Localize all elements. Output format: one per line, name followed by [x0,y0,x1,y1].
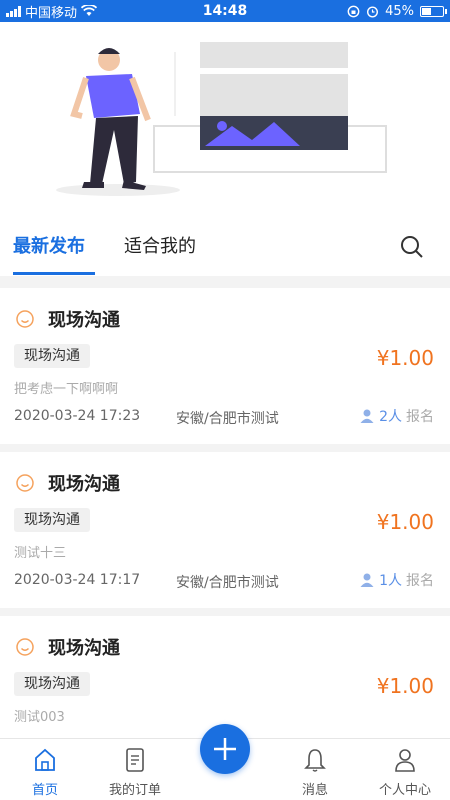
nav-orders-label: 我的订单 [108,783,161,798]
order-title: 现场沟通 [48,310,120,331]
user-icon [395,749,415,772]
alarm-icon [367,5,379,18]
signup-info: 1人 报名 [359,570,434,590]
order-location: 安徽/合肥市测试 [176,411,279,427]
search-icon[interactable] [399,234,425,260]
order-description: 测试十三 [14,546,67,561]
order-title: 现场沟通 [48,638,120,659]
nav-messages[interactable]: 消息 [270,739,360,800]
order-card[interactable]: 现场沟通 现场沟通 ¥1.00 测试十三 2020-03-24 17:17 安徽… [0,452,450,608]
nav-home-label: 首页 [31,783,58,798]
smiley-icon [16,638,34,656]
add-button[interactable] [200,724,250,774]
tab-suitable[interactable]: 适合我的 [124,232,196,258]
status-right: 45% [274,3,447,19]
order-tag: 现场沟通 [14,672,90,696]
smiley-icon [16,474,34,492]
nav-orders[interactable]: 我的订单 [90,739,180,800]
order-card[interactable]: 现场沟通 现场沟通 ¥1.00 把考虑一下啊啊啊 2020-03-24 17:2… [0,288,450,444]
active-tab-indicator [13,272,95,275]
signup-count: 2人 [379,409,402,425]
order-date: 2020-03-24 17:23 [14,408,141,424]
banner-illustration [56,42,387,196]
nav-home[interactable]: 首页 [0,739,90,800]
clock: 14:48 [202,3,248,19]
signal-icon [6,5,21,17]
order-date: 2020-03-24 17:17 [14,572,141,588]
home-icon [35,748,55,771]
order-price: ¥1.00 [376,346,434,370]
person-icon [360,409,374,423]
order-title: 现场沟通 [48,474,120,495]
battery-percent: 45% [385,3,414,19]
banner [0,22,450,210]
status-bar: 中国移动 14:48 45% [0,0,450,22]
signup-label: 报名 [406,409,434,425]
signup-count: 1人 [379,573,402,589]
battery-fill [422,7,431,15]
wifi-icon [81,5,98,16]
plus-icon [214,738,236,760]
rotation-lock-icon [347,5,360,17]
order-price: ¥1.00 [376,674,434,698]
smiley-icon [16,310,34,328]
nav-profile[interactable]: 个人中心 [360,739,450,800]
tab-bar: 最新发布 适合我的 [0,210,450,276]
carrier-name: 中国移动 [25,5,78,21]
person-icon [360,573,374,587]
order-tag: 现场沟通 [14,508,90,532]
status-left: 中国移动 [6,2,176,21]
nav-messages-label: 消息 [301,783,328,798]
order-list-icon [126,748,144,772]
tab-latest[interactable]: 最新发布 [13,232,85,258]
battery-icon [420,5,447,17]
signup-label: 报名 [406,573,434,589]
order-location: 安徽/合肥市测试 [176,575,279,591]
order-description: 测试003 [14,710,65,725]
order-description: 把考虑一下啊啊啊 [14,382,119,397]
signup-info: 2人 报名 [359,406,434,426]
order-tag: 现场沟通 [14,344,90,368]
bell-icon [304,749,326,772]
nav-profile-label: 个人中心 [378,783,431,798]
order-price: ¥1.00 [376,510,434,534]
